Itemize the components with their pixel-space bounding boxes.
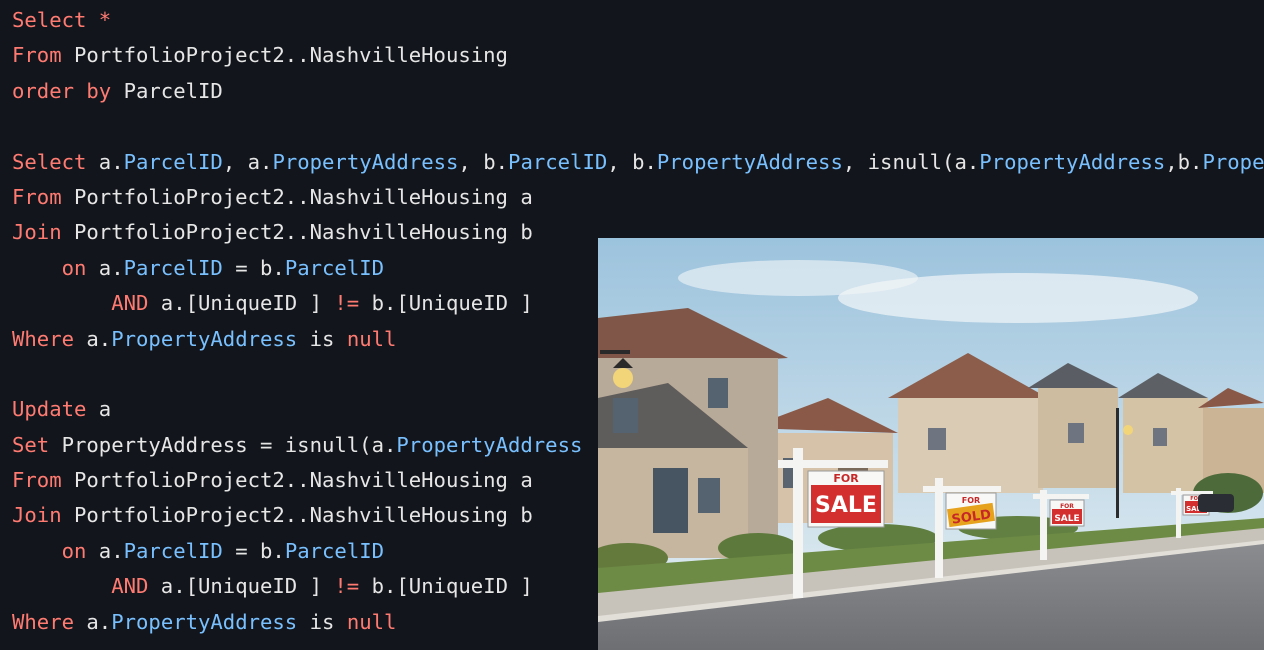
code-token: PropertyAddress (396, 432, 583, 457)
code-token: ParcelID (123, 149, 223, 174)
code-line: Select * (12, 3, 1264, 38)
code-token: AND (12, 574, 161, 599)
code-token: Select (12, 8, 99, 32)
code-token: AND (12, 291, 161, 316)
code-line: order by ParcelID (12, 74, 1264, 109)
code-token: Update (12, 397, 99, 422)
sign-3-top: FOR (1060, 503, 1074, 510)
code-token: ParcelID (123, 78, 223, 103)
code-token: null (346, 609, 397, 634)
code-token: b.[UniqueID ] (359, 291, 533, 316)
code-token: PropertyAddress (979, 149, 1166, 174)
code-token: , isnull( (842, 149, 955, 174)
code-token: ParcelID (123, 538, 223, 563)
code-token: a. (247, 149, 273, 174)
code-token: From (12, 468, 74, 493)
code-token: ParcelID (284, 255, 385, 280)
code-token: PropertyAddress = isnull( (61, 432, 372, 457)
code-token: order by (12, 78, 124, 103)
code-token: a. (86, 609, 112, 634)
code-token: PortfolioProject2..NashvilleHousing a (74, 184, 533, 209)
code-token: = (222, 538, 261, 563)
code-token: Select (12, 149, 99, 174)
code-token: a. (98, 149, 124, 174)
code-token: * (98, 8, 112, 32)
code-token: on (12, 538, 99, 563)
code-token: Set (12, 432, 62, 457)
code-line: From PortfolioProject2..NashvilleHousing (12, 38, 1264, 73)
sign-3-main: SALE (1054, 514, 1079, 524)
code-token: PortfolioProject2..NashvilleHousing b (74, 220, 533, 245)
code-token: ParcelID (284, 538, 385, 563)
code-token: From (12, 43, 74, 68)
code-token: PropertyAddress (656, 149, 843, 174)
code-token: , (222, 149, 248, 174)
code-token: b. (632, 149, 657, 174)
code-token: != (334, 574, 360, 599)
code-token: , (458, 149, 484, 174)
code-token: b. (483, 149, 509, 174)
code-token: a. (98, 255, 124, 280)
code-token: , (607, 149, 633, 174)
code-token: Join (12, 220, 74, 245)
code-line: From PortfolioProject2..NashvilleHousing… (12, 180, 1264, 215)
code-token: PropertyAddress (111, 609, 298, 634)
code-token: a.[UniqueID ] (160, 574, 335, 599)
code-token: a. (86, 326, 112, 351)
code-token: ParcelID (123, 255, 223, 280)
code-token: a. (954, 149, 980, 174)
code-token: Join (12, 503, 74, 528)
code-token: != (334, 291, 360, 316)
code-token: is (297, 326, 347, 351)
code-token: PropertyAddress (272, 149, 459, 174)
code-token: Where (12, 326, 87, 351)
sign-1-top: FOR (833, 472, 859, 485)
code-line: Select a.ParcelID, a.PropertyAddress, b.… (12, 145, 1264, 180)
code-token: PortfolioProject2..NashvilleHousing a (74, 468, 533, 493)
code-token: a (98, 397, 112, 422)
code-token: b. (1177, 149, 1203, 174)
code-token: From (12, 184, 74, 209)
code-token: PropertyAddress (111, 326, 298, 351)
code-token: b. (260, 255, 285, 280)
code-token: is (297, 609, 347, 634)
sign-1-main: SALE (815, 493, 877, 518)
code-token: a. (98, 538, 124, 563)
code-token: b.[UniqueID ] (359, 574, 533, 599)
code-token: Where (12, 609, 87, 634)
houses-for-sale-photo: FOR SALE FOR SOLD FOR SALE FOR SALE (598, 238, 1264, 650)
code-token: = (222, 255, 261, 280)
code-token: PortfolioProject2..NashvilleHousing b (74, 503, 533, 528)
code-token: on (12, 255, 99, 280)
sign-2-top: FOR (962, 496, 980, 505)
code-token: PortfolioProject2..NashvilleHousing (74, 43, 508, 68)
code-token: b. (260, 538, 285, 563)
code-token: a.[UniqueID ] (160, 291, 335, 316)
code-token: ParcelID (508, 149, 608, 174)
code-token: a. (371, 432, 397, 457)
code-token: , (1165, 149, 1178, 174)
code-token: null (346, 326, 397, 351)
code-token: PropertyAddress (1202, 149, 1264, 174)
